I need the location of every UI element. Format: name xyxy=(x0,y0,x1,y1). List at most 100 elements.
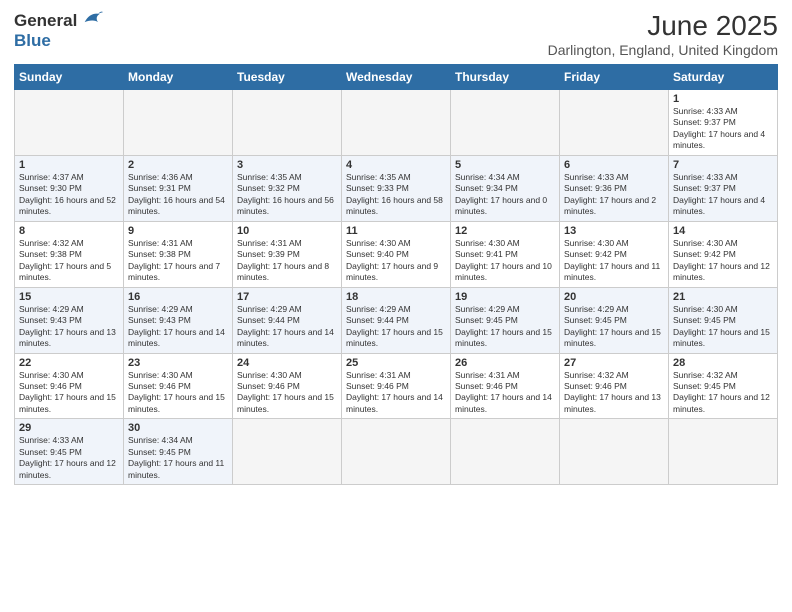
day-detail: Sunrise: 4:30 AMSunset: 9:42 PMDaylight:… xyxy=(564,238,664,284)
calendar-day: 15Sunrise: 4:29 AMSunset: 9:43 PMDayligh… xyxy=(15,287,124,353)
day-number: 11 xyxy=(346,225,446,237)
col-tuesday: Tuesday xyxy=(233,65,342,90)
col-thursday: Thursday xyxy=(451,65,560,90)
day-number: 17 xyxy=(237,291,337,303)
day-number: 8 xyxy=(19,225,119,237)
day-detail: Sunrise: 4:30 AMSunset: 9:46 PMDaylight:… xyxy=(19,370,119,416)
day-detail: Sunrise: 4:29 AMSunset: 9:43 PMDaylight:… xyxy=(128,304,228,350)
day-number: 29 xyxy=(19,422,119,434)
day-number: 12 xyxy=(455,225,555,237)
day-detail: Sunrise: 4:33 AMSunset: 9:37 PMDaylight:… xyxy=(673,106,773,152)
day-number: 6 xyxy=(564,159,664,171)
calendar-day: 30Sunrise: 4:34 AMSunset: 9:45 PMDayligh… xyxy=(124,419,233,485)
day-detail: Sunrise: 4:30 AMSunset: 9:46 PMDaylight:… xyxy=(128,370,228,416)
day-number: 26 xyxy=(455,357,555,369)
logo-bird-icon xyxy=(83,10,103,26)
day-number: 16 xyxy=(128,291,228,303)
calendar-day: 7Sunrise: 4:33 AMSunset: 9:37 PMDaylight… xyxy=(669,155,778,221)
header: General Blue June 2025 Darlington, Engla… xyxy=(14,10,778,58)
day-number: 30 xyxy=(128,422,228,434)
calendar-day xyxy=(15,90,124,156)
calendar-day xyxy=(124,90,233,156)
day-detail: Sunrise: 4:31 AMSunset: 9:38 PMDaylight:… xyxy=(128,238,228,284)
calendar-week-5: 22Sunrise: 4:30 AMSunset: 9:46 PMDayligh… xyxy=(15,353,778,419)
day-number: 18 xyxy=(346,291,446,303)
calendar-day: 16Sunrise: 4:29 AMSunset: 9:43 PMDayligh… xyxy=(124,287,233,353)
calendar-title: June 2025 xyxy=(548,10,778,42)
calendar-day: 26Sunrise: 4:31 AMSunset: 9:46 PMDayligh… xyxy=(451,353,560,419)
calendar-day: 11Sunrise: 4:30 AMSunset: 9:40 PMDayligh… xyxy=(342,221,451,287)
col-monday: Monday xyxy=(124,65,233,90)
day-number: 24 xyxy=(237,357,337,369)
calendar-day xyxy=(560,90,669,156)
day-detail: Sunrise: 4:29 AMSunset: 9:44 PMDaylight:… xyxy=(346,304,446,350)
calendar-day: 19Sunrise: 4:29 AMSunset: 9:45 PMDayligh… xyxy=(451,287,560,353)
day-detail: Sunrise: 4:30 AMSunset: 9:46 PMDaylight:… xyxy=(237,370,337,416)
day-detail: Sunrise: 4:33 AMSunset: 9:45 PMDaylight:… xyxy=(19,435,119,481)
day-number: 14 xyxy=(673,225,773,237)
day-number: 1 xyxy=(19,159,119,171)
day-detail: Sunrise: 4:30 AMSunset: 9:45 PMDaylight:… xyxy=(673,304,773,350)
calendar-day: 20Sunrise: 4:29 AMSunset: 9:45 PMDayligh… xyxy=(560,287,669,353)
calendar-day: 8Sunrise: 4:32 AMSunset: 9:38 PMDaylight… xyxy=(15,221,124,287)
day-detail: Sunrise: 4:32 AMSunset: 9:38 PMDaylight:… xyxy=(19,238,119,284)
day-number: 5 xyxy=(455,159,555,171)
calendar-day: 22Sunrise: 4:30 AMSunset: 9:46 PMDayligh… xyxy=(15,353,124,419)
calendar-day: 6Sunrise: 4:33 AMSunset: 9:36 PMDaylight… xyxy=(560,155,669,221)
day-number: 1 xyxy=(673,93,773,105)
day-number: 25 xyxy=(346,357,446,369)
day-number: 10 xyxy=(237,225,337,237)
col-sunday: Sunday xyxy=(15,65,124,90)
calendar-day: 21Sunrise: 4:30 AMSunset: 9:45 PMDayligh… xyxy=(669,287,778,353)
day-number: 3 xyxy=(237,159,337,171)
calendar-day: 29Sunrise: 4:33 AMSunset: 9:45 PMDayligh… xyxy=(15,419,124,485)
day-number: 22 xyxy=(19,357,119,369)
calendar-day xyxy=(342,90,451,156)
calendar-day: 10Sunrise: 4:31 AMSunset: 9:39 PMDayligh… xyxy=(233,221,342,287)
day-number: 7 xyxy=(673,159,773,171)
calendar-header-row: Sunday Monday Tuesday Wednesday Thursday… xyxy=(15,65,778,90)
calendar-day: 3Sunrise: 4:35 AMSunset: 9:32 PMDaylight… xyxy=(233,155,342,221)
day-detail: Sunrise: 4:29 AMSunset: 9:43 PMDaylight:… xyxy=(19,304,119,350)
day-detail: Sunrise: 4:31 AMSunset: 9:46 PMDaylight:… xyxy=(455,370,555,416)
calendar-week-1: 1Sunrise: 4:33 AMSunset: 9:37 PMDaylight… xyxy=(15,90,778,156)
calendar-day xyxy=(451,90,560,156)
day-detail: Sunrise: 4:36 AMSunset: 9:31 PMDaylight:… xyxy=(128,172,228,218)
day-number: 13 xyxy=(564,225,664,237)
day-detail: Sunrise: 4:33 AMSunset: 9:37 PMDaylight:… xyxy=(673,172,773,218)
day-detail: Sunrise: 4:29 AMSunset: 9:45 PMDaylight:… xyxy=(564,304,664,350)
day-detail: Sunrise: 4:37 AMSunset: 9:30 PMDaylight:… xyxy=(19,172,119,218)
day-detail: Sunrise: 4:31 AMSunset: 9:46 PMDaylight:… xyxy=(346,370,446,416)
day-detail: Sunrise: 4:33 AMSunset: 9:36 PMDaylight:… xyxy=(564,172,664,218)
calendar-day: 2Sunrise: 4:36 AMSunset: 9:31 PMDaylight… xyxy=(124,155,233,221)
calendar-table: Sunday Monday Tuesday Wednesday Thursday… xyxy=(14,64,778,485)
day-number: 19 xyxy=(455,291,555,303)
calendar-day: 5Sunrise: 4:34 AMSunset: 9:34 PMDaylight… xyxy=(451,155,560,221)
logo-general: General xyxy=(14,11,77,30)
day-detail: Sunrise: 4:32 AMSunset: 9:45 PMDaylight:… xyxy=(673,370,773,416)
day-detail: Sunrise: 4:30 AMSunset: 9:41 PMDaylight:… xyxy=(455,238,555,284)
day-detail: Sunrise: 4:31 AMSunset: 9:39 PMDaylight:… xyxy=(237,238,337,284)
calendar-day xyxy=(560,419,669,485)
calendar-day: 1Sunrise: 4:37 AMSunset: 9:30 PMDaylight… xyxy=(15,155,124,221)
logo-blue: Blue xyxy=(14,31,51,50)
calendar-day: 24Sunrise: 4:30 AMSunset: 9:46 PMDayligh… xyxy=(233,353,342,419)
calendar-day xyxy=(451,419,560,485)
calendar-week-4: 15Sunrise: 4:29 AMSunset: 9:43 PMDayligh… xyxy=(15,287,778,353)
calendar-day: 23Sunrise: 4:30 AMSunset: 9:46 PMDayligh… xyxy=(124,353,233,419)
col-wednesday: Wednesday xyxy=(342,65,451,90)
day-detail: Sunrise: 4:34 AMSunset: 9:34 PMDaylight:… xyxy=(455,172,555,218)
calendar-day: 14Sunrise: 4:30 AMSunset: 9:42 PMDayligh… xyxy=(669,221,778,287)
calendar-day: 13Sunrise: 4:30 AMSunset: 9:42 PMDayligh… xyxy=(560,221,669,287)
day-number: 20 xyxy=(564,291,664,303)
col-saturday: Saturday xyxy=(669,65,778,90)
day-number: 4 xyxy=(346,159,446,171)
calendar-week-2: 1Sunrise: 4:37 AMSunset: 9:30 PMDaylight… xyxy=(15,155,778,221)
calendar-week-3: 8Sunrise: 4:32 AMSunset: 9:38 PMDaylight… xyxy=(15,221,778,287)
day-detail: Sunrise: 4:30 AMSunset: 9:42 PMDaylight:… xyxy=(673,238,773,284)
day-detail: Sunrise: 4:30 AMSunset: 9:40 PMDaylight:… xyxy=(346,238,446,284)
day-detail: Sunrise: 4:29 AMSunset: 9:45 PMDaylight:… xyxy=(455,304,555,350)
calendar-day: 17Sunrise: 4:29 AMSunset: 9:44 PMDayligh… xyxy=(233,287,342,353)
day-number: 15 xyxy=(19,291,119,303)
page: General Blue June 2025 Darlington, Engla… xyxy=(0,0,792,612)
